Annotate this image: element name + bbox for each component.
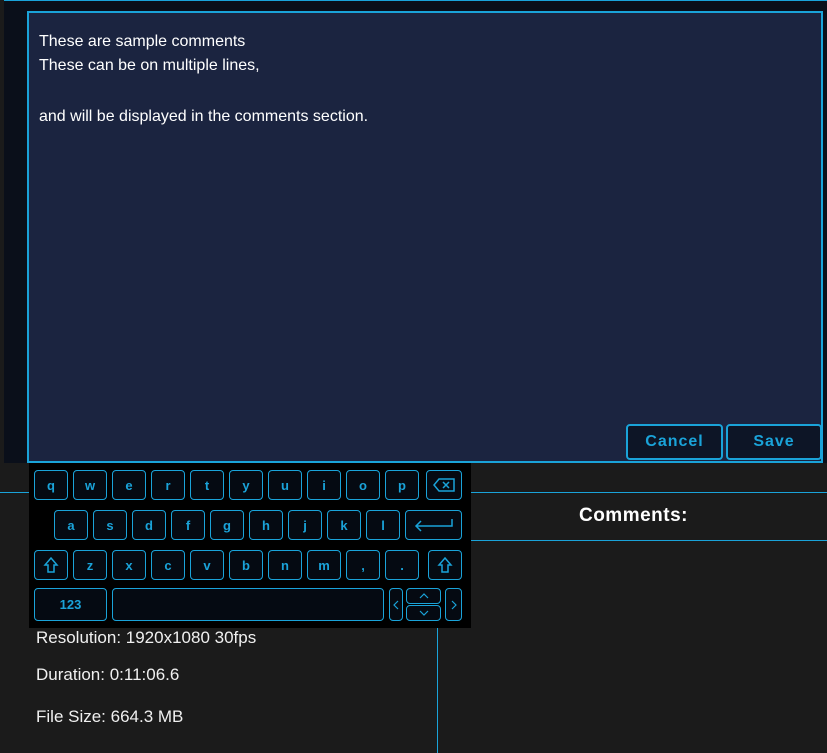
key-u[interactable]: u (268, 470, 302, 500)
comment-textarea[interactable]: These are sample comments These can be o… (27, 11, 823, 463)
key-period[interactable]: . (385, 550, 419, 580)
resolution-text: Resolution: 1920x1080 30fps (36, 628, 257, 647)
numbers-key[interactable]: 123 (34, 588, 107, 621)
key-y[interactable]: y (229, 470, 263, 500)
cursor-left-key[interactable] (389, 588, 403, 621)
key-k[interactable]: k (327, 510, 361, 540)
key-o[interactable]: o (346, 470, 380, 500)
shift-key-left[interactable] (34, 550, 68, 580)
comment-line: These are sample comments (39, 33, 246, 50)
on-screen-keyboard: q w e r t y u i o p a s d f g h j k l z … (29, 463, 471, 628)
key-z[interactable]: z (73, 550, 107, 580)
key-d[interactable]: d (132, 510, 166, 540)
key-a[interactable]: a (54, 510, 88, 540)
cancel-button[interactable]: Cancel (626, 424, 723, 460)
key-g[interactable]: g (210, 510, 244, 540)
comment-line: and will be displayed in the comments se… (39, 108, 369, 125)
separator-comments-top (467, 492, 827, 493)
file-size-text: File Size: 664.3 MB (36, 707, 184, 726)
backspace-icon (433, 478, 455, 492)
cursor-up-key[interactable] (406, 588, 441, 604)
space-key[interactable] (112, 588, 384, 621)
enter-key[interactable] (405, 510, 462, 540)
key-j[interactable]: j (288, 510, 322, 540)
key-w[interactable]: w (73, 470, 107, 500)
key-f[interactable]: f (171, 510, 205, 540)
separator-comments-bottom (467, 540, 827, 541)
cursor-down-key[interactable] (406, 605, 441, 621)
key-x[interactable]: x (112, 550, 146, 580)
duration-text: Duration: 0:11:06.6 (36, 665, 180, 684)
shift-icon (437, 556, 453, 573)
shift-icon (43, 556, 59, 573)
separator-left (0, 492, 29, 493)
key-b[interactable]: b (229, 550, 263, 580)
backspace-key[interactable] (426, 470, 462, 500)
key-s[interactable]: s (93, 510, 127, 540)
chevron-left-icon (393, 600, 399, 609)
shift-key-right[interactable] (428, 550, 462, 580)
comment-editor: These are sample comments These can be o… (4, 0, 827, 463)
key-q[interactable]: q (34, 470, 68, 500)
comments-title: Comments: (578, 505, 688, 526)
key-t[interactable]: t (190, 470, 224, 500)
enter-icon (414, 519, 453, 532)
cursor-right-key[interactable] (445, 588, 462, 621)
key-r[interactable]: r (151, 470, 185, 500)
chevron-down-icon (419, 610, 428, 616)
chevron-right-icon (451, 600, 457, 609)
key-p[interactable]: p (385, 470, 419, 500)
save-button[interactable]: Save (726, 424, 822, 460)
key-l[interactable]: l (366, 510, 400, 540)
key-h[interactable]: h (249, 510, 283, 540)
key-i[interactable]: i (307, 470, 341, 500)
key-m[interactable]: m (307, 550, 341, 580)
key-c[interactable]: c (151, 550, 185, 580)
key-e[interactable]: e (112, 470, 146, 500)
key-comma[interactable]: , (346, 550, 380, 580)
comment-line: These can be on multiple lines, (39, 57, 260, 74)
key-n[interactable]: n (268, 550, 302, 580)
key-v[interactable]: v (190, 550, 224, 580)
chevron-up-icon (419, 593, 428, 599)
